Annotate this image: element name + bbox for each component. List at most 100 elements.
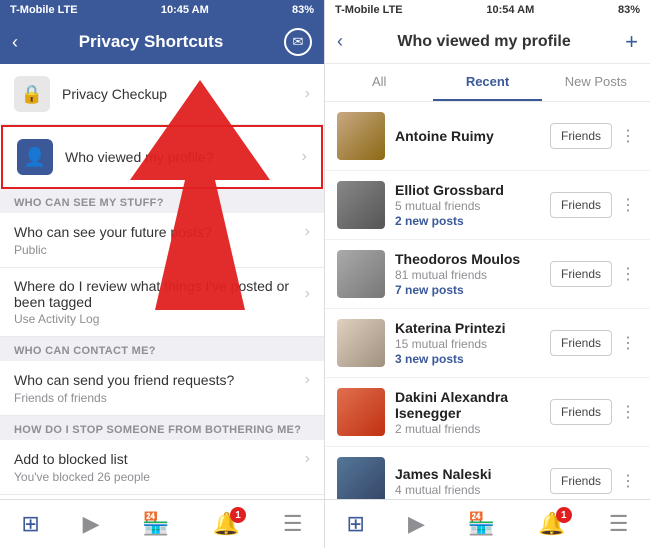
review-tagged-item[interactable]: Where do I review what things I've poste… (0, 268, 324, 337)
more-icon[interactable]: ⋮ (618, 471, 638, 491)
friend-requests-item[interactable]: Who can send you friend requests? › Frie… (0, 361, 324, 416)
left-carrier: T-Mobile LTE (10, 4, 78, 16)
right-time: 10:54 AM (486, 4, 534, 16)
friends-button[interactable]: Friends (550, 123, 612, 149)
friends-button[interactable]: Friends (550, 468, 612, 494)
profile-info: Katerina Printezi 15 mutual friends 3 ne… (395, 320, 550, 366)
profile-mutual: 5 mutual friends (395, 199, 550, 213)
left-content: 🔒 Privacy Checkup › 👤 Who viewed my prof… (0, 64, 324, 499)
profile-name: Theodoros Moulos (395, 251, 550, 267)
right-status-bar: T-Mobile LTE 10:54 AM 83% (325, 0, 650, 20)
friend-requests-sub: Friends of friends (14, 391, 310, 405)
tabs-bar: All Recent New Posts (325, 64, 650, 102)
profile-new-posts: 2 new posts (395, 214, 550, 228)
review-tagged-sub: Use Activity Log (14, 312, 310, 326)
blocked-list-item[interactable]: Add to blocked list › You've blocked 26 … (0, 440, 324, 495)
avatar (337, 112, 385, 160)
list-item[interactable]: James Naleski 4 mutual friends Friends ⋮ (325, 447, 650, 499)
tab-new-posts[interactable]: New Posts (542, 64, 650, 101)
profile-new-posts: 3 new posts (395, 352, 550, 366)
profile-name: Katerina Printezi (395, 320, 550, 336)
tab-video[interactable]: ▶ (83, 511, 100, 537)
friends-button[interactable]: Friends (550, 399, 612, 425)
add-icon[interactable]: + (625, 29, 638, 55)
chevron-5: › (305, 371, 310, 389)
list-item[interactable]: Katerina Printezi 15 mutual friends 3 ne… (325, 309, 650, 378)
tab-notifications[interactable]: 🔔 1 (213, 511, 240, 537)
more-icon[interactable]: ⋮ (618, 126, 638, 146)
left-nav-bar: ‹ Privacy Shortcuts ✉ (0, 20, 324, 64)
chevron-icon-2: › (302, 148, 307, 166)
tab-recent[interactable]: Recent (433, 64, 541, 101)
right-panel: T-Mobile LTE 10:54 AM 83% ‹ Who viewed m… (325, 0, 650, 548)
profile-mutual: 2 mutual friends (395, 422, 550, 436)
section-header-2: WHO CAN CONTACT ME? (0, 337, 324, 361)
list-item[interactable]: Elliot Grossbard 5 mutual friends 2 new … (325, 171, 650, 240)
who-viewed-item[interactable]: 👤 Who viewed my profile? › (1, 125, 323, 189)
more-icon[interactable]: ⋮ (618, 333, 638, 353)
more-icon[interactable]: ⋮ (618, 264, 638, 284)
notification-badge: 1 (230, 507, 246, 523)
future-posts-title: Who can see your future posts? (14, 224, 212, 240)
profile-mutual: 4 mutual friends (395, 483, 550, 497)
tab-marketplace[interactable]: 🏪 (142, 511, 169, 537)
who-viewed-label: Who viewed my profile? (65, 149, 302, 165)
more-icon[interactable]: ⋮ (618, 195, 638, 215)
profile-name: Dakini Alexandra Isenegger (395, 389, 550, 421)
right-carrier: T-Mobile LTE (335, 4, 403, 16)
right-tab-home[interactable]: ⊞ (347, 511, 365, 537)
chevron-6: › (305, 450, 310, 468)
list-item[interactable]: Theodoros Moulos 81 mutual friends 7 new… (325, 240, 650, 309)
left-battery: 83% (292, 4, 314, 16)
section-header-1: WHO CAN SEE MY STUFF? (0, 189, 324, 213)
more-icon[interactable]: ⋮ (618, 402, 638, 422)
friends-button[interactable]: Friends (550, 261, 612, 287)
list-item[interactable]: Dakini Alexandra Isenegger 2 mutual frie… (325, 378, 650, 447)
messenger-icon[interactable]: ✉ (284, 28, 312, 56)
privacy-checkup-icon: 🔒 (14, 76, 50, 112)
blocked-list-title: Add to blocked list (14, 451, 128, 467)
chevron-4: › (305, 285, 310, 303)
left-time: 10:45 AM (161, 4, 209, 16)
right-tab-video[interactable]: ▶ (408, 511, 425, 537)
right-nav-title: Who viewed my profile (343, 33, 625, 51)
right-tab-marketplace[interactable]: 🏪 (468, 511, 495, 537)
left-panel: T-Mobile LTE 10:45 AM 83% ‹ Privacy Shor… (0, 0, 325, 548)
blocked-list-sub: You've blocked 26 people (14, 470, 310, 484)
profile-info: Elliot Grossbard 5 mutual friends 2 new … (395, 182, 550, 228)
left-status-bar: T-Mobile LTE 10:45 AM 83% (0, 0, 324, 20)
section-header-3: HOW DO I STOP SOMEONE FROM BOTHERING ME? (0, 416, 324, 440)
right-bottom-tab-bar: ⊞ ▶ 🏪 🔔 1 ☰ (325, 499, 650, 548)
profile-info: James Naleski 4 mutual friends (395, 466, 550, 497)
list-item[interactable]: Antoine Ruimy Friends ⋮ (325, 102, 650, 171)
friends-button[interactable]: Friends (550, 330, 612, 356)
right-nav-bar: ‹ Who viewed my profile + (325, 20, 650, 64)
profile-new-posts: 7 new posts (395, 283, 550, 297)
who-viewed-icon: 👤 (17, 139, 53, 175)
right-tab-notifications[interactable]: 🔔 1 (538, 511, 565, 537)
future-posts-item[interactable]: Who can see your future posts? › Public (0, 213, 324, 268)
chevron-icon: › (305, 85, 310, 103)
tab-home[interactable]: ⊞ (21, 511, 39, 537)
profile-info: Antoine Ruimy (395, 128, 550, 144)
privacy-checkup-item[interactable]: 🔒 Privacy Checkup › (0, 64, 324, 125)
chevron-3: › (305, 223, 310, 241)
right-battery: 83% (618, 4, 640, 16)
avatar (337, 319, 385, 367)
future-posts-sub: Public (14, 243, 310, 257)
review-tagged-title: Where do I review what things I've poste… (14, 278, 305, 310)
profile-name: James Naleski (395, 466, 550, 482)
tab-all[interactable]: All (325, 64, 433, 101)
profile-name: Antoine Ruimy (395, 128, 550, 144)
left-bottom-tab-bar: ⊞ ▶ 🏪 🔔 1 ☰ (0, 499, 324, 548)
friends-button[interactable]: Friends (550, 192, 612, 218)
profile-mutual: 81 mutual friends (395, 268, 550, 282)
profile-list: Antoine Ruimy Friends ⋮ Elliot Grossbard… (325, 102, 650, 499)
back-icon[interactable]: ‹ (12, 32, 18, 53)
profile-name: Elliot Grossbard (395, 182, 550, 198)
right-tab-menu[interactable]: ☰ (609, 511, 629, 537)
avatar (337, 457, 385, 499)
tab-menu[interactable]: ☰ (283, 511, 303, 537)
avatar (337, 388, 385, 436)
right-notification-badge: 1 (556, 507, 572, 523)
